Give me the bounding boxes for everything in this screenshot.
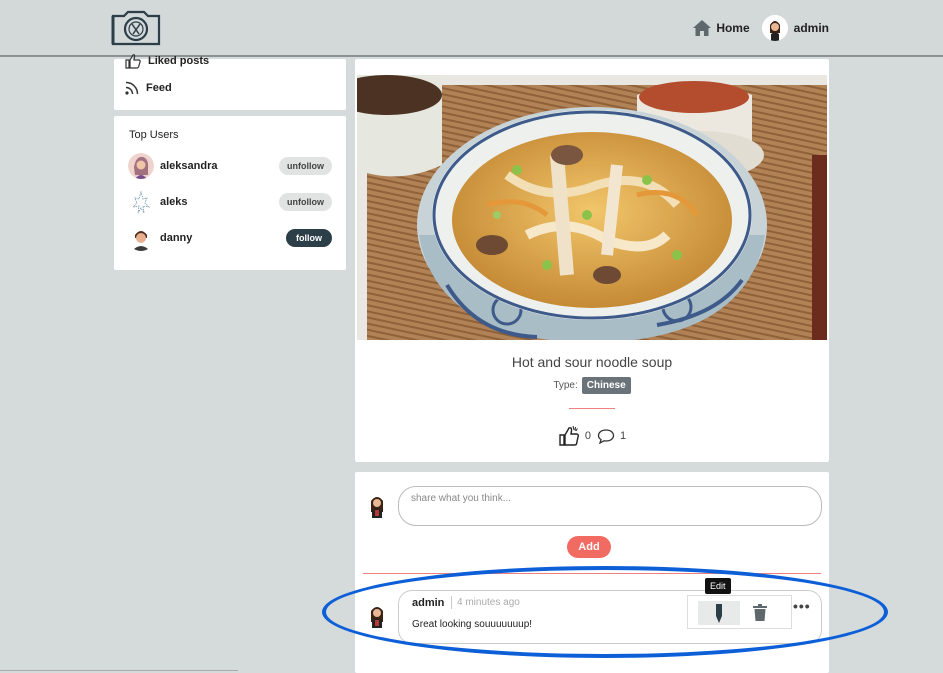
post-type: Type: Chinese — [355, 377, 829, 394]
avatar[interactable] — [128, 225, 154, 251]
top-users-title: Top Users — [129, 129, 179, 141]
comment-text: Great looking souuuuuuup! — [412, 619, 533, 630]
home-label: Home — [716, 21, 750, 35]
comment-item: admin 4 minutes ago Great looking souuuu… — [398, 590, 822, 644]
thumbs-up-icon — [559, 425, 579, 446]
user-name[interactable]: aleks — [160, 196, 279, 208]
post-stats: 0 1 — [355, 425, 829, 447]
comment-input[interactable] — [398, 486, 822, 526]
divider — [569, 408, 615, 409]
avatar — [364, 602, 390, 628]
divider — [0, 670, 238, 671]
logo-camera-icon[interactable] — [110, 10, 162, 46]
cuisine-badge[interactable]: Chinese — [581, 377, 631, 394]
sidebar-item-label: Feed — [146, 82, 172, 94]
sidebar-item-label: Liked posts — [148, 55, 210, 67]
post-title: Hot and sour noodle soup — [511, 354, 673, 370]
avatar[interactable] — [128, 153, 154, 179]
comments-count: 1 — [620, 430, 627, 442]
user-name[interactable]: danny — [160, 232, 286, 244]
top-user-row: aleks unfollow — [128, 188, 332, 216]
post-card: Hot and sour noodle soup Type: Chinese 0… — [355, 59, 829, 462]
post-type-label: Type: — [553, 380, 578, 391]
user-label: admin — [793, 21, 829, 35]
pencil-icon — [716, 604, 722, 623]
likes-count: 0 — [584, 430, 591, 442]
home-link[interactable]: Home — [693, 20, 750, 36]
comment-timestamp: 4 minutes ago — [457, 597, 520, 608]
follow-button[interactable]: follow — [286, 229, 332, 247]
more-options-icon[interactable]: ••• — [793, 598, 811, 614]
add-comment-button[interactable]: Add — [567, 536, 611, 558]
thumbs-up-icon — [125, 54, 141, 69]
edit-tooltip: Edit — [705, 578, 731, 594]
comment-icon — [597, 429, 615, 444]
top-navbar: Home admin — [0, 0, 943, 57]
avatar — [364, 492, 390, 518]
divider — [451, 596, 452, 609]
like-button[interactable]: 0 — [558, 425, 591, 447]
comments-panel: Add admin 4 minutes ago Great looking so… — [355, 472, 829, 673]
top-user-row: danny follow — [128, 224, 332, 252]
edit-comment-button[interactable] — [698, 601, 740, 625]
avatar — [761, 15, 788, 41]
comment-author[interactable]: admin — [412, 597, 444, 609]
post-image[interactable] — [357, 75, 827, 340]
delete-comment-button[interactable] — [748, 601, 772, 625]
unfollow-button[interactable]: unfollow — [279, 157, 332, 175]
comments-button[interactable]: 1 — [597, 428, 626, 444]
home-icon — [693, 20, 712, 36]
comment-actions — [687, 595, 792, 629]
avatar[interactable] — [128, 189, 154, 215]
trash-icon — [753, 604, 767, 621]
sidebar-item-liked-posts[interactable]: Liked posts — [124, 53, 209, 69]
top-nav: Home admin — [693, 14, 829, 42]
divider — [363, 573, 821, 574]
top-users-panel: Top Users aleksandra unfollow aleks unfo… — [114, 116, 346, 270]
sidebar-item-feed[interactable]: Feed — [124, 80, 172, 96]
user-name[interactable]: aleksandra — [160, 160, 279, 172]
rss-icon — [125, 81, 139, 95]
sidebar-menu: Liked posts Feed — [114, 54, 346, 110]
user-menu[interactable]: admin — [761, 15, 829, 41]
top-user-row: aleksandra unfollow — [128, 152, 332, 180]
unfollow-button[interactable]: unfollow — [279, 193, 332, 211]
